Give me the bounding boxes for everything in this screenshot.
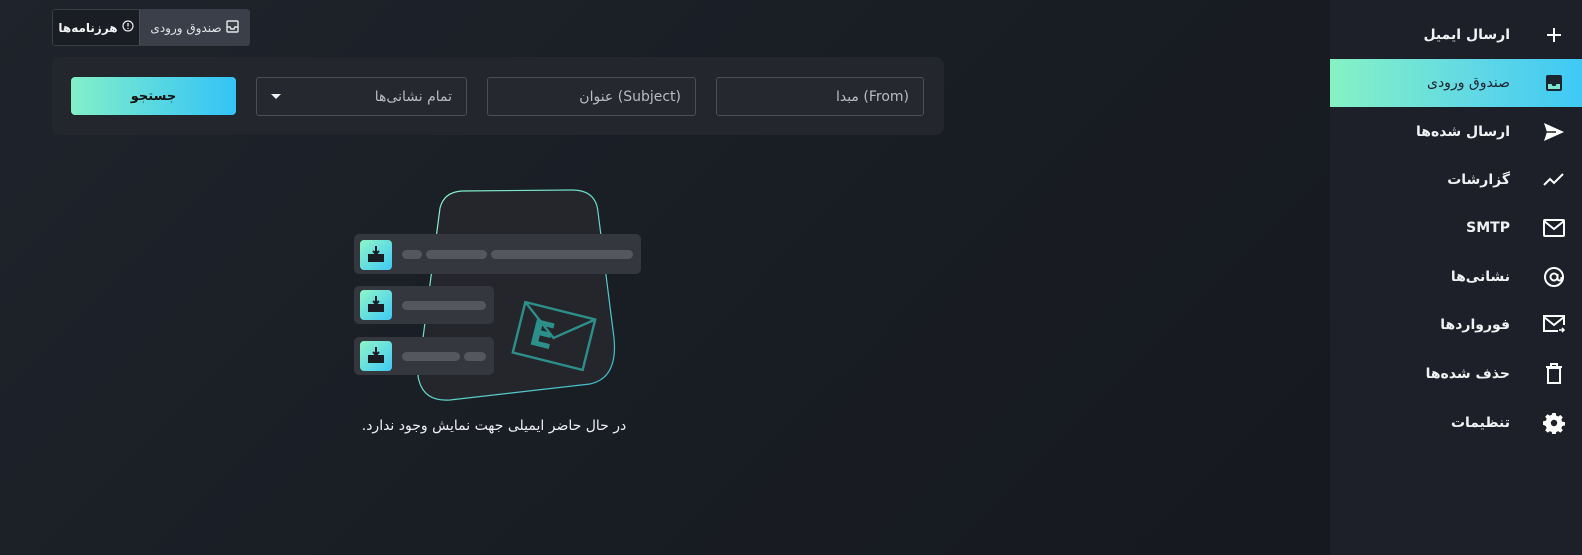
tab-inbox-label: صندوق ورودی bbox=[150, 20, 222, 35]
sidebar-item-label: صندوق ورودی bbox=[1426, 75, 1510, 91]
sidebar-item-forwards[interactable]: فورواردها bbox=[1330, 301, 1582, 349]
sidebar-item-inbox[interactable]: صندوق ورودی bbox=[1330, 59, 1582, 107]
sidebar: ارسال ایمیل صندوق ورودی ارسال شده‌ها گزا… bbox=[1330, 0, 1582, 555]
sidebar-item-label: فورواردها bbox=[1440, 317, 1510, 333]
sidebar-item-settings[interactable]: تنظیمات bbox=[1330, 399, 1582, 447]
plus-icon bbox=[1542, 23, 1566, 47]
sidebar-item-deleted[interactable]: حذف شده‌ها bbox=[1330, 350, 1582, 398]
tab-spam-label: هرزنامه‌ها bbox=[58, 20, 118, 35]
from-placeholder: مبدا (From) bbox=[835, 88, 909, 105]
forward-mail-icon bbox=[1542, 313, 1566, 337]
filter-panel: مبدا (From) عنوان (Subject) تمام نشانی‌ه… bbox=[52, 57, 944, 135]
address-select-value: تمام نشانی‌ها bbox=[374, 88, 452, 105]
tab-spam[interactable]: هرزنامه‌ها bbox=[53, 10, 139, 45]
sidebar-item-label: SMTP bbox=[1466, 220, 1510, 236]
sidebar-item-label: گزارشات bbox=[1447, 172, 1510, 188]
sidebar-item-addresses[interactable]: نشانی‌ها bbox=[1330, 253, 1582, 301]
subject-field[interactable]: عنوان (Subject) bbox=[487, 77, 696, 116]
sidebar-item-smtp[interactable]: SMTP bbox=[1330, 204, 1582, 252]
sidebar-item-label: تنظیمات bbox=[1450, 415, 1510, 431]
envelope-icon bbox=[1542, 216, 1566, 240]
trash-icon bbox=[1542, 362, 1566, 386]
sidebar-item-label: ارسال ایمیل bbox=[1423, 27, 1510, 43]
sidebar-item-label: نشانی‌ها bbox=[1450, 269, 1510, 285]
chart-line-icon bbox=[1542, 168, 1566, 192]
chevron-down-icon bbox=[271, 94, 281, 99]
sidebar-item-label: حذف شده‌ها bbox=[1425, 366, 1510, 382]
inbox-tray-icon bbox=[225, 19, 239, 36]
sidebar-item-sent[interactable]: ارسال شده‌ها bbox=[1330, 108, 1582, 156]
inbox-icon bbox=[1542, 71, 1566, 95]
at-icon bbox=[1542, 265, 1566, 289]
sidebar-item-send-email[interactable]: ارسال ایمیل bbox=[1330, 11, 1582, 59]
send-icon bbox=[1542, 120, 1566, 144]
tab-inbox[interactable]: صندوق ورودی bbox=[139, 10, 249, 45]
sidebar-item-reports[interactable]: گزارشات bbox=[1330, 156, 1582, 204]
empty-inbox-illustration: E bbox=[350, 188, 646, 404]
address-select[interactable]: تمام نشانی‌ها bbox=[256, 77, 467, 116]
alert-circle-icon bbox=[122, 20, 134, 35]
from-field[interactable]: مبدا (From) bbox=[716, 77, 924, 116]
subject-placeholder: عنوان (Subject) bbox=[579, 88, 681, 105]
gear-icon bbox=[1542, 411, 1566, 435]
empty-state-message: در حال حاضر ایمیلی جهت نمایش وجود ندارد. bbox=[361, 418, 627, 434]
search-button[interactable]: جستجو bbox=[71, 77, 236, 115]
sidebar-item-label: ارسال شده‌ها bbox=[1416, 124, 1510, 140]
mailbox-tabs: هرزنامه‌ها صندوق ورودی bbox=[52, 9, 250, 46]
